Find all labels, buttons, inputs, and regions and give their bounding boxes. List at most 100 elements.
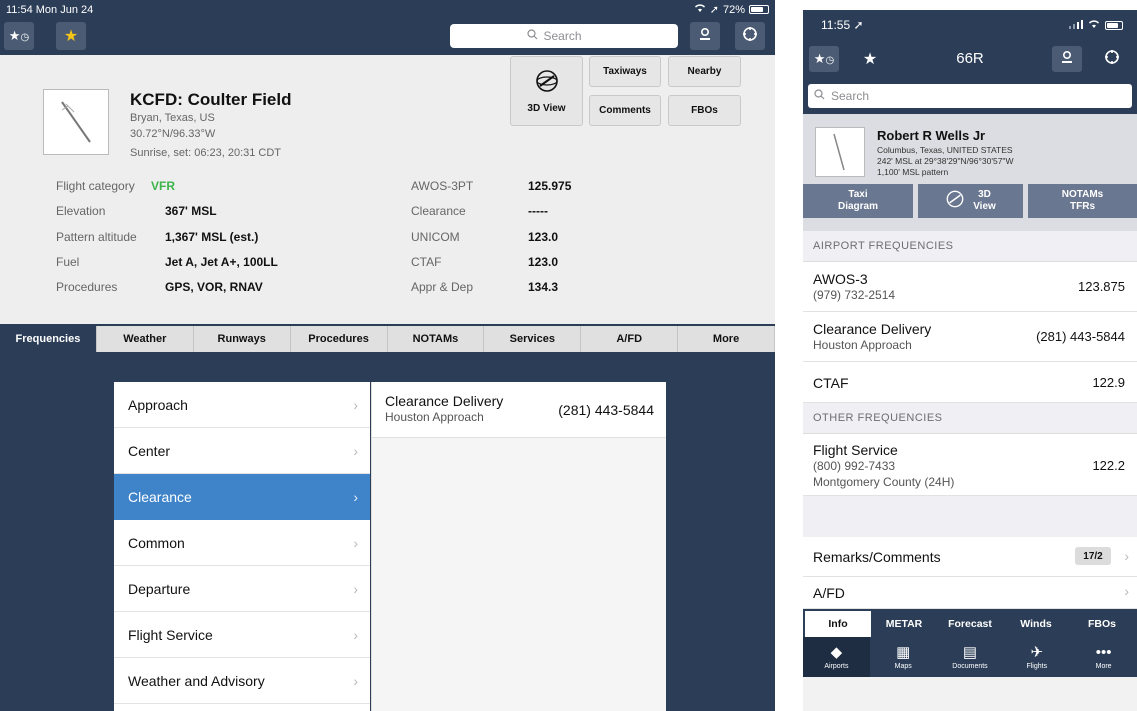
tabbar-maps[interactable]: ▦ Maps bbox=[870, 637, 937, 677]
info-row: Flight category VFR bbox=[56, 179, 386, 195]
freq-category-common[interactable]: Common › bbox=[114, 520, 370, 566]
wifi-icon bbox=[694, 3, 706, 16]
freq-category-weather-and-advisory[interactable]: Weather and Advisory › bbox=[114, 658, 370, 704]
taxiways-button[interactable]: Taxiways bbox=[589, 56, 661, 87]
airport-sunrise-sunset: Sunrise, set: 06:23, 20:31 CDT bbox=[130, 147, 282, 159]
info-row: UNICOM 123.0 bbox=[411, 230, 671, 246]
ipad-toolbar: ★◷ ★ bbox=[0, 19, 775, 55]
info-label: Appr & Dep bbox=[411, 280, 474, 294]
taxi-diagram-button[interactable]: Taxi Diagram bbox=[803, 184, 913, 218]
frequency-detail-row[interactable]: Clearance Delivery Houston Approach (281… bbox=[372, 382, 666, 438]
detail-title: Clearance Delivery bbox=[385, 393, 504, 409]
freq-category-departure[interactable]: Departure › bbox=[114, 566, 370, 612]
location-button[interactable] bbox=[735, 22, 765, 50]
tab-winds[interactable]: Winds bbox=[1003, 611, 1069, 637]
airport-diagram-thumbnail[interactable] bbox=[815, 127, 865, 177]
phone-status-bar: 11:55 ➚ bbox=[803, 10, 1137, 40]
frequency-row[interactable]: Flight Service (800) 992-7433 Montgomery C… bbox=[803, 434, 1137, 496]
freq-category-label: Flight Service bbox=[128, 626, 213, 643]
tabbar-label: More bbox=[1095, 662, 1112, 670]
tabbar-label: Airports bbox=[824, 662, 849, 670]
ipad-search-input[interactable] bbox=[541, 28, 602, 44]
frequency-value: 122.2 bbox=[1092, 458, 1125, 473]
frequency-title: Clearance Delivery bbox=[813, 321, 932, 337]
afd-row[interactable]: A/FD › bbox=[803, 577, 1137, 609]
pilot-profile-button[interactable] bbox=[1052, 46, 1082, 72]
3d-view-button[interactable]: 3D View bbox=[510, 56, 583, 126]
info-value: 367' MSL bbox=[165, 204, 217, 218]
recent-favorites-button[interactable]: ★◷ bbox=[4, 22, 34, 50]
freq-category-label: Common bbox=[128, 534, 185, 551]
freq-category-center[interactable]: Center › bbox=[114, 428, 370, 474]
favorites-button[interactable]: ★ bbox=[56, 22, 86, 50]
phone-search-input[interactable] bbox=[829, 88, 889, 104]
freq-category-label: Departure bbox=[128, 580, 191, 597]
tab-forecast[interactable]: Forecast bbox=[937, 611, 1003, 637]
location-button[interactable] bbox=[1097, 46, 1127, 72]
fbos-button[interactable]: FBOs bbox=[668, 95, 741, 126]
phone-segment-tabs: Info METAR Forecast Winds FBOs bbox=[803, 609, 1137, 637]
info-label: Pattern altitude bbox=[56, 230, 137, 244]
section-airport-frequencies: AIRPORT FREQUENCIES bbox=[803, 231, 1137, 262]
remarks-badge: 17/2 bbox=[1075, 547, 1111, 565]
phone-airport-elevation: 242' MSL at 29°38'29"N/96°30'57"W bbox=[877, 156, 1014, 166]
freq-category-approach[interactable]: Approach › bbox=[114, 382, 370, 428]
iphone-app: 11:55 ➚ ★◷ ★ 66R Search Robert R Wells J… bbox=[803, 10, 1137, 711]
nearby-button[interactable]: Nearby bbox=[668, 56, 741, 87]
tab-frequencies[interactable]: Frequencies bbox=[0, 326, 97, 352]
airport-location: Bryan, Texas, US bbox=[130, 112, 215, 124]
3d-view-button[interactable]: 3D View bbox=[918, 184, 1023, 218]
pilot-profile-button[interactable] bbox=[690, 22, 720, 50]
freq-category-label: Clearance bbox=[128, 488, 192, 505]
phone-search-field[interactable] bbox=[808, 84, 1132, 108]
phone-status-time: 11:55 bbox=[821, 18, 851, 32]
star-icon: ★ bbox=[63, 28, 79, 45]
tabbar-label: Flights bbox=[1026, 662, 1048, 670]
frequency-subtitle-2: Montgomery County (24H) bbox=[813, 475, 955, 489]
tab-procedures[interactable]: Procedures bbox=[290, 326, 388, 352]
airport-diagram-thumbnail[interactable] bbox=[43, 89, 109, 155]
frequency-value: 122.9 bbox=[1092, 375, 1125, 390]
tab-runways[interactable]: Runways bbox=[193, 326, 291, 352]
chevron-right-icon: › bbox=[353, 442, 358, 459]
3d-view-label: 3D View bbox=[527, 103, 566, 114]
frequency-row[interactable]: AWOS-3 (979) 732-2514 123.875 bbox=[803, 262, 1137, 312]
frequency-row[interactable]: CTAF 122.9 bbox=[803, 362, 1137, 403]
info-label: AWOS-3PT bbox=[411, 179, 474, 193]
notams-tfrs-button[interactable]: NOTAMs TFRs bbox=[1028, 184, 1137, 218]
frequency-title: CTAF bbox=[813, 375, 849, 391]
tab-weather[interactable]: Weather bbox=[96, 326, 194, 352]
airport-coordinates: 30.72°N/96.33°W bbox=[130, 128, 216, 140]
frequency-row[interactable]: Clearance Delivery Houston Approach (281) … bbox=[803, 312, 1137, 362]
tabbar-documents[interactable]: ▤ Documents bbox=[937, 637, 1004, 677]
info-value: GPS, VOR, RNAV bbox=[165, 280, 263, 294]
freq-category-clearance[interactable]: Clearance › bbox=[114, 474, 370, 520]
ipad-search-field[interactable] bbox=[450, 24, 678, 48]
tab-info[interactable]: Info bbox=[805, 611, 871, 637]
remarks-comments-row[interactable]: Remarks/Comments 17/2 › bbox=[803, 537, 1137, 577]
freq-category-flight-service[interactable]: Flight Service › bbox=[114, 612, 370, 658]
runway-diagram-icon bbox=[833, 133, 845, 171]
tab-a-fd[interactable]: A/FD bbox=[581, 326, 679, 352]
tab-metar[interactable]: METAR bbox=[871, 611, 937, 637]
comments-button[interactable]: Comments bbox=[589, 95, 661, 126]
ipad-status-time: 11:54 Mon Jun 24 bbox=[6, 3, 94, 16]
chevron-right-icon: › bbox=[353, 580, 358, 597]
tab-notams[interactable]: NOTAMs bbox=[387, 326, 485, 352]
frequency-title: Flight Service bbox=[813, 442, 898, 458]
other-frequency-list: Flight Service (800) 992-7433 Montgomery C… bbox=[803, 434, 1137, 496]
battery-percent: 72% bbox=[722, 3, 745, 16]
signal-icon bbox=[1069, 18, 1083, 32]
flights-icon: ✈ bbox=[1030, 643, 1044, 661]
info-value: 123.0 bbox=[528, 255, 559, 269]
tabbar-flights[interactable]: ✈ Flights bbox=[1003, 637, 1070, 677]
tab-more[interactable]: More bbox=[678, 326, 775, 352]
tabbar-airports[interactable]: ◆ Airports bbox=[803, 637, 870, 677]
tabbar-more[interactable]: ••• More bbox=[1070, 637, 1137, 677]
tab-fbos[interactable]: FBOs bbox=[1069, 611, 1135, 637]
wifi-icon bbox=[1088, 18, 1100, 32]
phone-airport-header: Robert R Wells Jr Columbus, Texas, UNITE… bbox=[803, 124, 1137, 180]
globe-plane-icon bbox=[945, 189, 965, 213]
frequency-subtitle: (800) 992-7433 bbox=[813, 459, 896, 473]
tab-services[interactable]: Services bbox=[484, 326, 582, 352]
